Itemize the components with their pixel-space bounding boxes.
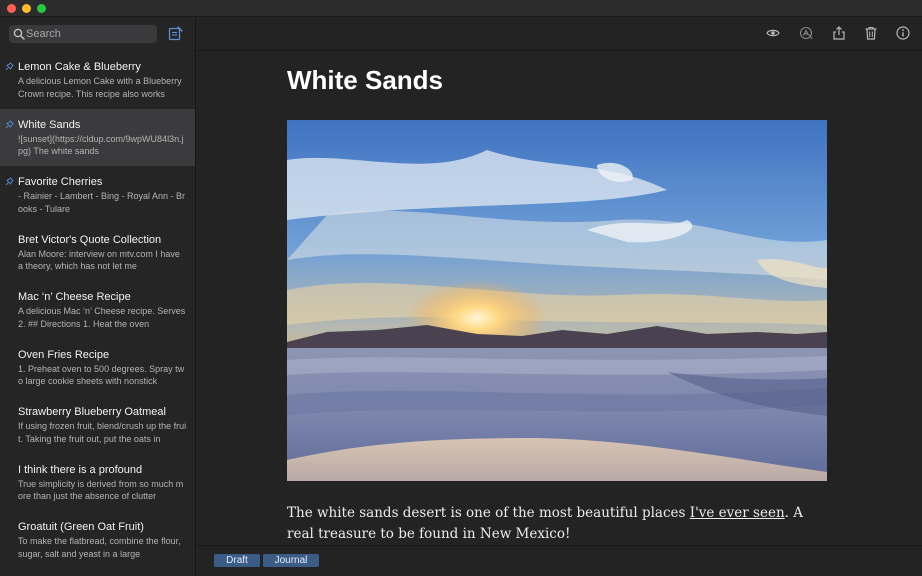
note-title: Groatuit (Green Oat Fruit) xyxy=(18,521,144,533)
search-icon xyxy=(13,28,25,40)
list-item[interactable]: I think there is a profound True simplici… xyxy=(0,454,195,512)
note-preview: A delicious Lemon Cake with a Blueberry … xyxy=(18,76,182,99)
editor-content[interactable]: White Sands The white sands desert is on… xyxy=(196,51,912,544)
list-item[interactable]: White Sands ![sunset](https://cldup.com/9… xyxy=(0,108,195,166)
tag-journal[interactable]: Journal xyxy=(263,554,319,567)
note-title: I think there is a profound xyxy=(18,463,143,476)
list-item[interactable]: Strawberry Blueberry Oatmeal If using fro… xyxy=(0,396,195,454)
list-item[interactable]: Groatuit (Green Oat Fruit) To make the fl… xyxy=(0,511,195,569)
list-item[interactable]: Bret Victor's Quote Collection Alan Moore… xyxy=(0,224,195,282)
list-item[interactable]: Oven Fries Recipe 1. Preheat oven to 500 … xyxy=(0,339,195,397)
note-title: Bret Victor's Quote Collection xyxy=(18,233,162,246)
note-title: White Sands xyxy=(18,118,81,131)
zoom-window-button[interactable] xyxy=(37,4,46,13)
minimize-window-button[interactable] xyxy=(22,4,31,13)
pin-icon xyxy=(5,119,14,128)
list-item[interactable]: Lemon Cake & Blueberry A delicious Lemon … xyxy=(0,51,195,109)
note-title: Mac ‘n’ Cheese Recipe xyxy=(18,291,131,303)
share-icon[interactable] xyxy=(832,26,846,40)
tag-bar: Draft Journal xyxy=(196,545,922,576)
note-title: Strawberry Blueberry Oatmeal xyxy=(18,406,166,418)
app-window: Lemon Cake & Blueberry A delicious Lemon … xyxy=(0,0,922,576)
note-preview: 1. Preheat oven to 500 degrees. Spray tw… xyxy=(18,363,185,387)
note-preview: True simplicity is derived from so much … xyxy=(18,478,184,502)
tag-draft[interactable]: Draft xyxy=(214,554,260,567)
sunset-photo xyxy=(287,120,827,481)
note-preview: Alan Moore: interview on mtv.com I have … xyxy=(18,248,180,272)
close-window-button[interactable] xyxy=(7,4,16,13)
note-editor: White Sands The white sands desert is on… xyxy=(196,17,922,576)
note-preview: To make the flatbread, combine the flour… xyxy=(18,536,181,559)
body-link[interactable]: I've ever seen xyxy=(690,505,785,521)
pin-icon xyxy=(5,177,14,186)
trash-icon[interactable] xyxy=(864,26,878,40)
note-sidebar: Lemon Cake & Blueberry A delicious Lemon … xyxy=(0,17,196,576)
markdown-icon[interactable] xyxy=(799,26,813,40)
new-note-icon[interactable] xyxy=(168,26,183,41)
note-preview: ![sunset](https://cldup.com/9wpWU84l3n.j… xyxy=(18,133,184,157)
note-preview: A delicious Mac ‘n’ Cheese recipe. Serve… xyxy=(18,306,186,329)
title-bar xyxy=(0,0,922,17)
note-title: Oven Fries Recipe xyxy=(18,348,110,361)
note-title: Favorite Cherries xyxy=(18,176,103,188)
body-text-start: The white sands desert is one of the mos… xyxy=(287,505,690,521)
search-input[interactable] xyxy=(26,25,154,43)
list-item[interactable]: Mac ‘n’ Cheese Recipe A delicious Mac ‘n’… xyxy=(0,281,195,339)
note-body: The white sands desert is one of the mos… xyxy=(287,503,827,544)
note-title-heading: White Sands xyxy=(287,65,444,95)
info-icon[interactable] xyxy=(896,26,910,40)
list-item[interactable]: Favorite Cherries - Rainier - Lambert - B… xyxy=(0,166,195,224)
note-title: Lemon Cake & Blueberry xyxy=(18,61,141,73)
eye-icon[interactable] xyxy=(766,26,780,40)
note-preview: - Rainier - Lambert - Bing - Royal Ann -… xyxy=(18,191,186,214)
editor-toolbar xyxy=(196,17,922,51)
note-preview: If using frozen fruit, blend/crush up th… xyxy=(18,421,187,444)
pin-icon xyxy=(5,62,14,71)
note-list: Lemon Cake & Blueberry A delicious Lemon … xyxy=(0,51,195,569)
search-box[interactable] xyxy=(9,25,157,43)
